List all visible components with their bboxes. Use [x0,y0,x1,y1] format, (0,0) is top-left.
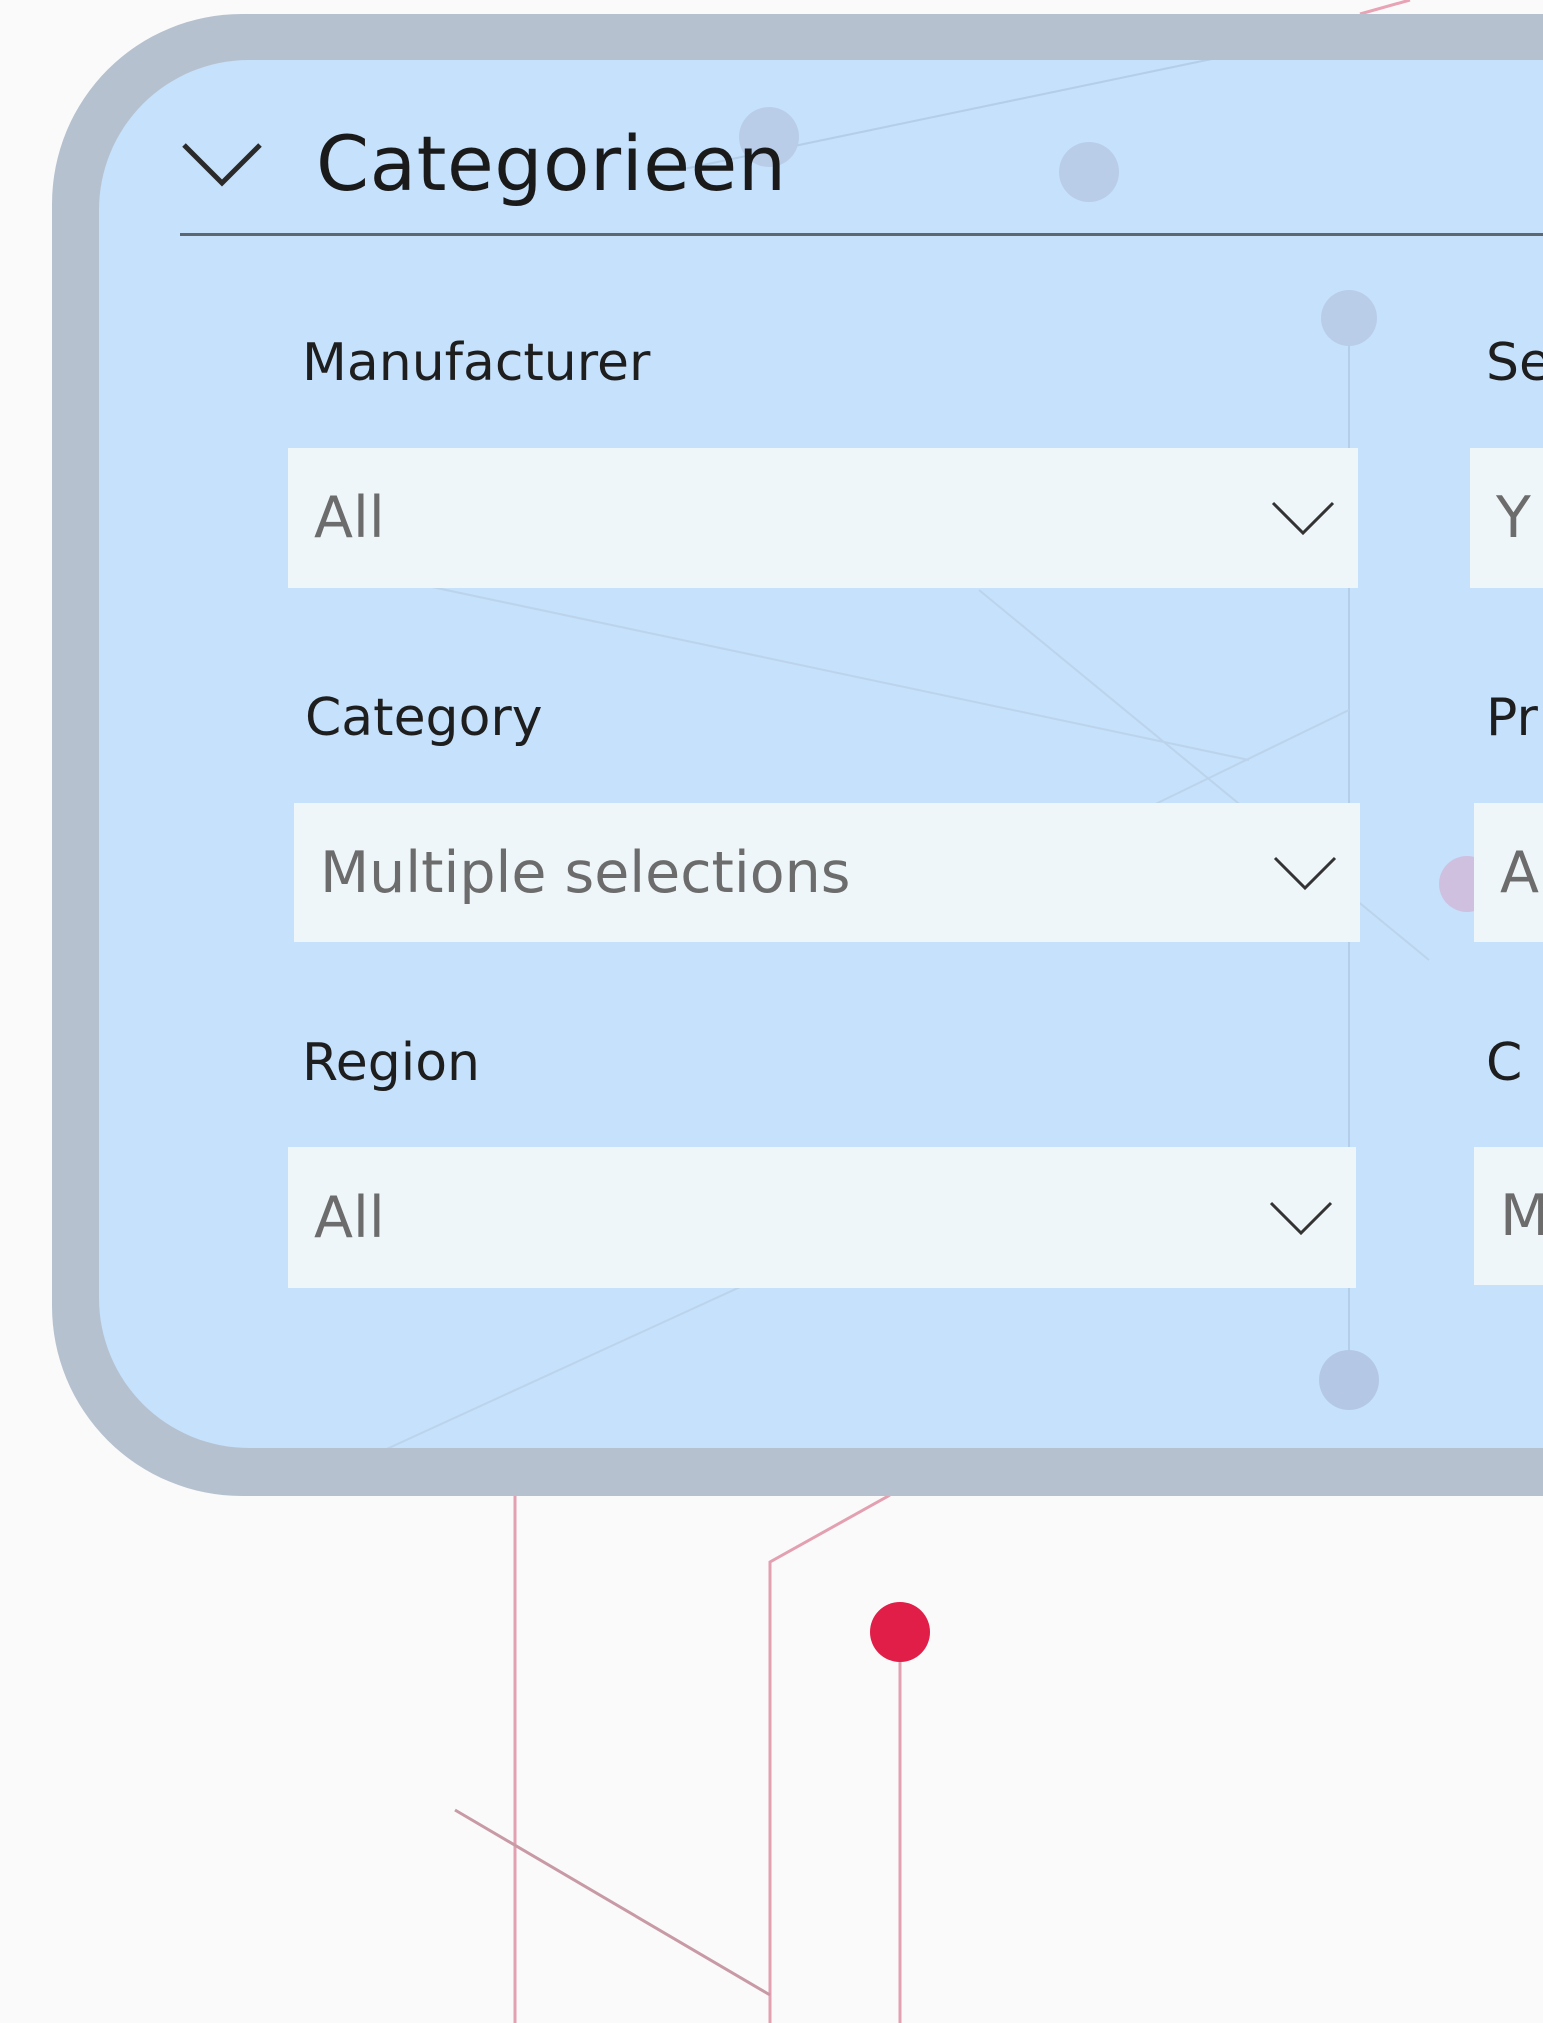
category-select[interactable]: Multiple selections [294,803,1360,942]
right-filter-select-3[interactable]: M [1474,1147,1543,1285]
right-filter-select-2[interactable]: A [1474,803,1543,942]
region-label: Region [302,1033,481,1093]
manufacturer-label: Manufacturer [302,333,651,393]
right-filter-label-3: C [1486,1033,1523,1093]
right-filter-label-2: Pr [1486,688,1538,748]
category-label: Category [305,688,543,748]
manufacturer-select[interactable]: All [288,448,1358,588]
panel-title: Categorieen [316,118,787,208]
chevron-down-icon [1271,501,1335,536]
chevron-down-icon [1273,856,1337,890]
right-filter-value-3: M [1500,1183,1543,1249]
manufacturer-value: All [314,485,385,551]
panel-header[interactable]: Categorieen [180,98,786,228]
right-filter-value-2: A [1500,839,1539,906]
right-filter-label-1: Se [1486,333,1543,393]
right-filter-select-1[interactable]: Y [1470,448,1543,588]
region-select[interactable]: All [288,1147,1356,1288]
chevron-down-icon[interactable] [180,133,264,193]
right-filter-value-1: Y [1496,485,1531,551]
accent-dot-icon [870,1602,930,1662]
region-value: All [314,1184,385,1251]
header-divider [180,233,1543,236]
chevron-down-icon [1269,1201,1333,1235]
category-value: Multiple selections [320,839,851,906]
dashboard-canvas: Categorieen Manufacturer All Category Mu… [0,0,1543,2023]
